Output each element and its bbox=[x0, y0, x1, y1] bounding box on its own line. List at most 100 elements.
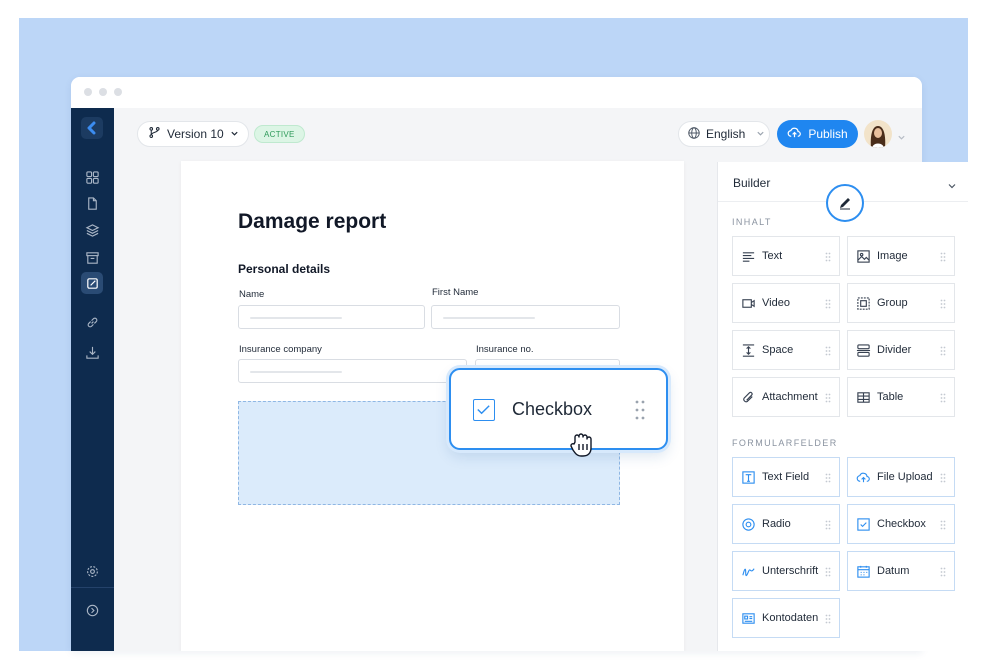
paperclip-icon bbox=[740, 389, 756, 405]
field-label-insurance-company: Insurance company bbox=[239, 344, 322, 355]
publish-label: Publish bbox=[808, 127, 848, 141]
pencil-icon[interactable] bbox=[826, 184, 864, 222]
tile-label: Video bbox=[762, 297, 790, 309]
window-dot[interactable] bbox=[99, 88, 107, 96]
grid-icon[interactable] bbox=[81, 166, 103, 188]
sidebar-divider bbox=[71, 587, 114, 588]
tile-radio[interactable]: Radio bbox=[732, 504, 840, 544]
tile-label: Text Field bbox=[762, 471, 810, 483]
chevron-down-icon bbox=[756, 127, 765, 141]
tile-label: Group bbox=[877, 297, 908, 309]
document-icon[interactable] bbox=[81, 192, 103, 214]
window-dot[interactable] bbox=[114, 88, 122, 96]
tile-label: Datum bbox=[877, 565, 910, 577]
tile-group[interactable]: Group bbox=[847, 283, 955, 323]
grip-icon[interactable] bbox=[825, 567, 831, 580]
version-selector[interactable]: Version 10 bbox=[137, 121, 249, 147]
grab-cursor-icon bbox=[566, 428, 598, 465]
archive-icon[interactable] bbox=[81, 246, 103, 268]
content-section-title: INHALT bbox=[732, 217, 772, 227]
tile-text[interactable]: Text bbox=[732, 236, 840, 276]
tile-signature[interactable]: Unterschrift bbox=[732, 551, 840, 591]
tile-checkbox[interactable]: Checkbox bbox=[847, 504, 955, 544]
cloud-upload-icon bbox=[855, 469, 871, 485]
placeholder-line bbox=[443, 317, 535, 319]
language-selector[interactable]: English bbox=[678, 121, 770, 147]
grip-icon[interactable] bbox=[940, 393, 946, 406]
tile-image[interactable]: Image bbox=[847, 236, 955, 276]
tile-file-upload[interactable]: File Upload bbox=[847, 457, 955, 497]
publish-button[interactable]: Publish bbox=[777, 120, 858, 148]
layers-icon[interactable] bbox=[81, 219, 103, 241]
tile-label: Text bbox=[762, 250, 783, 262]
chevron-right-circle-icon[interactable] bbox=[81, 599, 103, 621]
app-logo[interactable] bbox=[81, 117, 103, 139]
grip-icon[interactable] bbox=[940, 473, 946, 486]
download-icon[interactable] bbox=[81, 341, 103, 363]
divider-icon bbox=[855, 342, 871, 358]
field-label-name: Name bbox=[239, 289, 265, 300]
grip-icon[interactable] bbox=[940, 299, 946, 312]
tile-label: Radio bbox=[762, 518, 791, 530]
form-section-title: FORMULARFELDER bbox=[732, 438, 838, 448]
space-icon bbox=[740, 342, 756, 358]
dragged-checkbox-card[interactable]: Checkbox bbox=[449, 368, 668, 450]
version-label: Version 10 bbox=[167, 127, 224, 141]
globe-icon bbox=[687, 126, 701, 143]
grip-icon[interactable] bbox=[825, 520, 831, 533]
account-card-icon bbox=[740, 610, 756, 626]
chevron-down-icon[interactable] bbox=[947, 178, 957, 196]
drag-item-label: Checkbox bbox=[512, 399, 593, 419]
tile-label: Attachment bbox=[762, 391, 818, 403]
grip-icon[interactable] bbox=[825, 346, 831, 359]
grip-icon[interactable] bbox=[940, 252, 946, 265]
tile-space[interactable]: Space bbox=[732, 330, 840, 370]
document-title: Damage report bbox=[238, 210, 387, 233]
video-icon bbox=[740, 295, 756, 311]
tile-label: File Upload bbox=[877, 471, 933, 483]
grip-icon[interactable] bbox=[940, 346, 946, 359]
field-label-insurance-no: Insurance no. bbox=[476, 344, 534, 355]
settings-icon[interactable] bbox=[81, 560, 103, 582]
grip-icon[interactable] bbox=[825, 614, 831, 627]
signature-icon bbox=[740, 563, 756, 579]
grip-icon[interactable] bbox=[825, 252, 831, 265]
insurance-company-field[interactable] bbox=[238, 359, 467, 383]
tile-label: Table bbox=[877, 391, 904, 403]
first-name-field[interactable] bbox=[431, 305, 620, 329]
tile-attachment[interactable]: Attachment bbox=[732, 377, 840, 417]
edit-document-icon[interactable] bbox=[81, 272, 103, 294]
builder-panel: Builder INHALT Text Image Video Group Sp… bbox=[717, 162, 968, 651]
tile-table[interactable]: Table bbox=[847, 377, 955, 417]
sidebar bbox=[71, 108, 114, 651]
name-field[interactable] bbox=[238, 305, 425, 329]
tile-account-details[interactable]: Kontodaten bbox=[732, 598, 840, 638]
tile-date[interactable]: Datum bbox=[847, 551, 955, 591]
text-icon bbox=[740, 248, 756, 264]
cloud-upload-icon bbox=[787, 125, 802, 143]
text-field-icon bbox=[740, 469, 756, 485]
chevron-down-icon bbox=[230, 127, 239, 141]
grip-icon[interactable] bbox=[940, 520, 946, 533]
placeholder-line bbox=[250, 371, 342, 373]
link-icon[interactable] bbox=[81, 311, 103, 333]
avatar[interactable] bbox=[864, 120, 892, 148]
calendar-icon bbox=[855, 563, 871, 579]
language-label: English bbox=[706, 127, 746, 141]
grip-icon[interactable] bbox=[635, 399, 645, 426]
tile-label: Kontodaten bbox=[762, 612, 819, 624]
grip-icon[interactable] bbox=[825, 473, 831, 486]
tile-divider[interactable]: Divider bbox=[847, 330, 955, 370]
group-icon bbox=[855, 295, 871, 311]
window-dot[interactable] bbox=[84, 88, 92, 96]
status-badge: ACTIVE bbox=[254, 125, 305, 143]
tile-label: Checkbox bbox=[877, 518, 926, 530]
tile-video[interactable]: Video bbox=[732, 283, 840, 323]
grip-icon[interactable] bbox=[940, 567, 946, 580]
chevron-down-icon[interactable] bbox=[897, 129, 906, 147]
field-label-first-name: First Name bbox=[432, 287, 479, 298]
tile-label: Space bbox=[762, 344, 794, 356]
grip-icon[interactable] bbox=[825, 393, 831, 406]
grip-icon[interactable] bbox=[825, 299, 831, 312]
tile-text-field[interactable]: Text Field bbox=[732, 457, 840, 497]
